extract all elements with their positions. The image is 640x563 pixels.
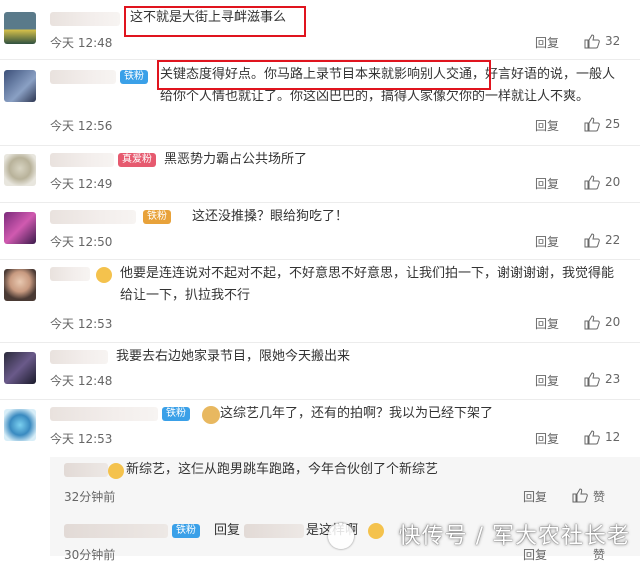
comment-time: 今天 12:48 [50,36,113,50]
username-blurred[interactable] [50,267,90,281]
comment-time: 今天 12:53 [50,432,113,446]
comment-time: 今天 12:56 [50,119,113,133]
thumbs-up-icon[interactable] [584,117,600,132]
emoji-icon [368,523,384,539]
comment-5: 他要是连连说对不起对不起，不好意思不好意思，让我们拍一下，谢谢谢谢，我觉得能给让… [0,260,640,342]
username-blurred[interactable] [50,210,136,224]
emoji-icon [108,463,124,479]
reply-button[interactable]: 回复 [535,430,559,447]
love-fans-badge: 真爱粉 [118,153,156,167]
thumbs-up-icon[interactable] [584,175,600,190]
comment-time: 今天 12:50 [50,235,113,249]
comment-text: 我要去右边她家录节目，限她今天搬出来 [116,349,351,364]
comment-time: 今天 12:53 [50,317,113,331]
username-blurred[interactable] [50,407,158,421]
comment-4: 铁粉 这还没推搡？眼给狗吃了！ 今天 12:50 回复 22 [0,203,640,259]
sub-reply-time: 32分钟前 [64,490,116,504]
reply-button[interactable]: 回复 [535,233,559,250]
reply-button[interactable]: 回复 [523,488,547,505]
comment-1: 这不就是大街上寻衅滋事么 今天 12:48 回复 32 [0,0,640,58]
username-blurred[interactable] [64,463,108,477]
reply-button[interactable]: 回复 [535,315,559,332]
comment-6: 我要去右边她家录节目，限她今天搬出来 今天 12:48 回复 23 [0,343,640,399]
mention-blurred[interactable] [244,524,304,538]
username-blurred[interactable] [50,350,108,364]
fans-badge: 铁粉 [120,70,148,84]
avatar[interactable] [4,409,36,441]
watermark-logo-icon [328,523,354,549]
thumbs-up-icon[interactable] [584,315,600,330]
fans-badge: 铁粉 [172,524,200,538]
comment-text: 这还没推搡？眼给狗吃了！ [192,209,349,224]
comment-text: 黑恶势力霸占公共场所了 [164,152,308,167]
avatar[interactable] [4,70,36,102]
like-label[interactable]: 赞 [593,488,605,505]
avatar[interactable] [4,352,36,384]
comment-3: 真爱粉 黑恶势力霸占公共场所了 今天 12:49 回复 20 [0,146,640,202]
watermark: 快传号 / 军大农社长老 [398,524,630,549]
sub-reply-1: 新综艺，这仨从跑男跳车跑路，今年合伙创了个新综艺 32分钟前 回复 赞 [0,457,640,509]
comment-text: 他要是连连说对不起对不起，不好意思不好意思，让我们拍一下，谢谢谢谢，我觉得能给让… [120,266,615,303]
reply-prefix: 回复 [214,523,241,538]
emoji-icon [96,267,112,283]
reply-button[interactable]: 回复 [535,175,559,192]
like-count: 32 [605,34,621,48]
fans-badge: 铁粉 [143,210,171,224]
thumbs-up-icon[interactable] [584,34,600,49]
username-blurred[interactable] [64,524,168,538]
like-count: 12 [605,430,621,444]
username-blurred[interactable] [50,153,114,167]
comment-text: 这综艺几年了，还有的拍啊？我以为已经下架了 [220,406,494,421]
comment-7: 铁粉 这综艺几年了，还有的拍啊？我以为已经下架了 今天 12:53 回复 12 [0,400,640,457]
thumbs-up-icon[interactable] [584,233,600,248]
avatar[interactable] [4,12,36,44]
avatar[interactable] [4,154,36,186]
comment-time: 今天 12:48 [50,374,113,388]
like-count: 20 [605,175,621,189]
thumbs-up-icon[interactable] [572,488,588,503]
comment-time: 今天 12:49 [50,177,113,191]
reply-button[interactable]: 回复 [535,34,559,51]
fans-badge: 铁粉 [162,407,190,421]
like-count: 20 [605,315,621,329]
sub-reply-text: 新综艺，这仨从跑男跳车跑路，今年合伙创了个新综艺 [126,462,439,477]
like-count: 22 [605,233,621,247]
thumbs-up-icon[interactable] [584,372,600,387]
highlight-box [157,60,491,90]
like-count: 25 [605,117,621,131]
doge-emoji-icon [202,406,220,424]
reply-button[interactable]: 回复 [535,372,559,389]
username-blurred[interactable] [50,70,116,84]
thumbs-up-icon[interactable] [584,430,600,445]
like-count: 23 [605,372,621,386]
highlight-box [124,6,306,37]
sub-reply-time: 30分钟前 [64,548,116,562]
username-blurred[interactable] [50,12,120,26]
avatar[interactable] [4,269,36,301]
reply-button[interactable]: 回复 [535,117,559,134]
avatar[interactable] [4,212,36,244]
